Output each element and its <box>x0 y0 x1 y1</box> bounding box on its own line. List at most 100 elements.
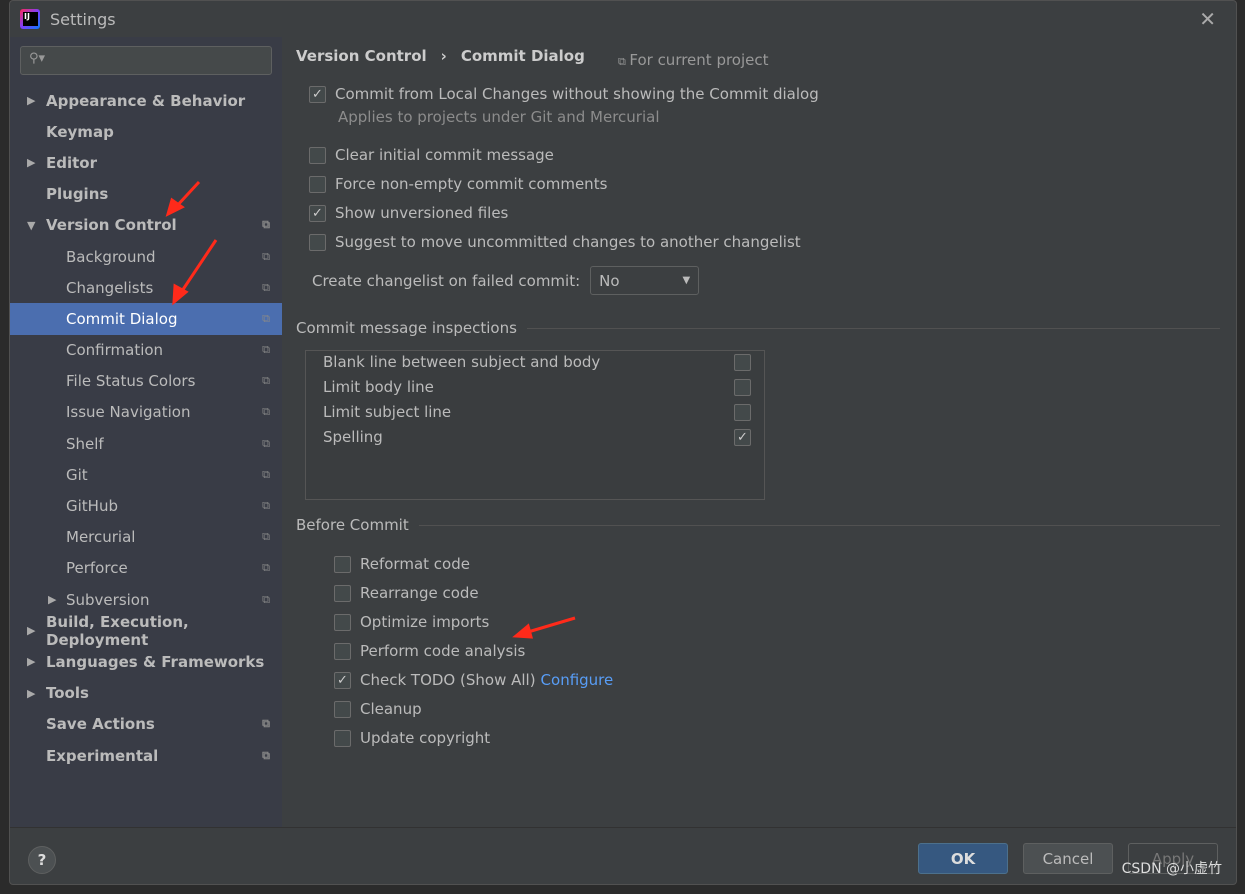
chevron-right-icon[interactable]: ▶ <box>48 593 56 606</box>
sidebar-item[interactable]: Mercurial ⧉ <box>10 522 282 553</box>
project-scope-icon: ⧉ <box>262 748 270 762</box>
sidebar-item[interactable]: Background ⧉ <box>10 241 282 272</box>
checkbox[interactable] <box>734 403 751 421</box>
checkbox[interactable]: ✓ <box>309 204 326 222</box>
settings-dialog: Settings ✕ ⚲▾ ▶ Appearance & Behavior Keym… <box>9 0 1237 885</box>
changelist-select[interactable]: No ▼ <box>590 266 700 295</box>
project-scope-icon: ⧉ <box>262 530 270 544</box>
chevron-right-icon[interactable]: ▶ <box>27 624 35 637</box>
chevron-right-icon[interactable]: ▶ <box>27 687 35 700</box>
sidebar-item-label: Tools <box>46 684 89 703</box>
changelist-label: Create changelist on failed commit: <box>312 271 581 290</box>
before-commit-row: Rearrange code <box>334 584 479 602</box>
project-scope-icon: ⧉ <box>262 561 270 575</box>
changelist-row: Create changelist on failed commit: No ▼ <box>312 266 700 295</box>
sidebar-item[interactable]: ▶ Languages & Frameworks <box>10 646 282 677</box>
before-commit-label: Reformat code <box>360 555 470 573</box>
sidebar-item[interactable]: ▶ Subversion ⧉ <box>10 584 282 615</box>
checkbox[interactable] <box>309 233 326 251</box>
sidebar-item[interactable]: Shelf ⧉ <box>10 428 282 459</box>
inspection-row: Spelling ✓ <box>323 428 760 446</box>
sidebar-item[interactable]: Plugins <box>10 179 282 210</box>
sidebar-item[interactable]: GitHub ⧉ <box>10 490 282 521</box>
copy-icon: ⧉ <box>618 55 630 68</box>
checkbox[interactable] <box>309 146 326 164</box>
project-scope-icon: ⧉ <box>262 374 270 388</box>
sidebar-item[interactable]: Save Actions ⧉ <box>10 709 282 740</box>
sidebar-item-label: Perforce <box>66 559 128 578</box>
sidebar-item-label: Changelists <box>66 278 154 297</box>
checkbox[interactable]: ✓ <box>334 671 351 689</box>
option-label: Suggest to move uncommitted changes to a… <box>335 233 801 251</box>
sidebar-item-label: Commit Dialog <box>66 309 178 328</box>
sidebar-item[interactable]: Commit Dialog ⧉ <box>10 303 282 335</box>
title-bar: Settings ✕ <box>10 1 1236 37</box>
sidebar-item[interactable]: Issue Navigation ⧉ <box>10 397 282 428</box>
checkbox[interactable] <box>334 642 351 660</box>
inspection-row: Blank line between subject and body <box>323 353 760 371</box>
chevron-down-icon[interactable]: ▼ <box>27 219 35 232</box>
search-input[interactable]: ⚲▾ <box>20 46 272 75</box>
sidebar-item[interactable]: Git ⧉ <box>10 459 282 490</box>
close-icon[interactable]: ✕ <box>1199 7 1216 31</box>
checkbox[interactable] <box>334 729 351 747</box>
sidebar-item[interactable]: Perforce ⧉ <box>10 553 282 584</box>
checkbox[interactable] <box>334 613 351 631</box>
chevron-right-icon[interactable]: ▶ <box>27 655 35 668</box>
project-scope-icon: ⧉ <box>262 249 270 263</box>
sidebar-item[interactable]: Confirmation ⧉ <box>10 335 282 366</box>
search-icon: ⚲▾ <box>29 51 46 66</box>
checkbox[interactable]: ✓ <box>309 85 326 103</box>
chevron-right-icon[interactable]: ▶ <box>27 94 35 107</box>
before-commit-row: ✓ Check TODO (Show All) Configure <box>334 671 613 689</box>
project-scope-icon: ⧉ <box>262 436 270 450</box>
option-row: Force non-empty commit comments <box>309 175 607 193</box>
help-button[interactable]: ? <box>28 846 56 874</box>
sidebar-item[interactable]: ▶ Editor <box>10 147 282 178</box>
inspection-label: Blank line between subject and body <box>323 353 601 371</box>
cancel-button[interactable]: Cancel <box>1023 843 1113 874</box>
scope-label: ⧉ For current project <box>618 51 769 69</box>
sidebar-item[interactable]: ▶ Tools <box>10 678 282 709</box>
main-panel: Version Control › Commit Dialog ⧉ For curr… <box>296 37 1220 827</box>
ok-button[interactable]: OK <box>918 843 1008 874</box>
sidebar-item-label: Save Actions <box>46 715 155 734</box>
before-commit-row: Cleanup <box>334 700 422 718</box>
sidebar-item-label: Version Control <box>46 216 177 235</box>
inspection-label: Limit subject line <box>323 403 452 421</box>
checkbox[interactable] <box>334 584 351 602</box>
before-commit-label: Update copyright <box>360 729 491 747</box>
chevron-right-icon[interactable]: ▶ <box>27 156 35 169</box>
sidebar-item-label: Languages & Frameworks <box>46 652 265 671</box>
project-scope-icon: ⧉ <box>262 717 270 731</box>
sidebar-item-label: File Status Colors <box>66 372 196 391</box>
checkbox[interactable]: ✓ <box>734 428 751 446</box>
sidebar-item[interactable]: ▶ Appearance & Behavior <box>10 85 282 116</box>
before-commit-row: Reformat code <box>334 555 470 573</box>
checkbox[interactable] <box>309 175 326 193</box>
sidebar-item[interactable]: Keymap <box>10 116 282 147</box>
sidebar-item[interactable]: ▶ Build, Execution, Deployment <box>10 613 282 649</box>
sidebar-item[interactable]: Experimental ⧉ <box>10 740 282 771</box>
option-row: Clear initial commit message <box>309 146 554 164</box>
checkbox[interactable] <box>734 378 751 396</box>
project-scope-icon: ⧉ <box>262 280 270 294</box>
sidebar-item-label: Experimental <box>46 746 159 765</box>
sidebar-item[interactable]: ▼ Version Control ⧉ <box>10 210 282 241</box>
settings-tree: ▶ Appearance & Behavior Keymap ▶ Editor Plugi… <box>10 85 282 771</box>
sidebar-item[interactable]: File Status Colors ⧉ <box>10 366 282 397</box>
before-commit-label: Optimize imports <box>360 613 490 631</box>
inspection-row: Limit subject line <box>323 403 760 421</box>
breadcrumb-separator: › <box>440 47 447 65</box>
sidebar-item-label: Editor <box>46 153 97 172</box>
sidebar-item-label: GitHub <box>66 497 118 516</box>
sidebar-item[interactable]: Changelists ⧉ <box>10 272 282 303</box>
checkbox[interactable] <box>334 700 351 718</box>
configure-link[interactable]: Configure <box>541 671 614 689</box>
checkbox[interactable] <box>334 555 351 573</box>
sidebar-item-label: Confirmation <box>66 341 164 360</box>
sidebar-item-label: Mercurial <box>66 528 136 547</box>
breadcrumb-item: Commit Dialog <box>460 47 585 65</box>
sidebar-item-label: Git <box>66 465 88 484</box>
checkbox[interactable] <box>734 353 751 371</box>
